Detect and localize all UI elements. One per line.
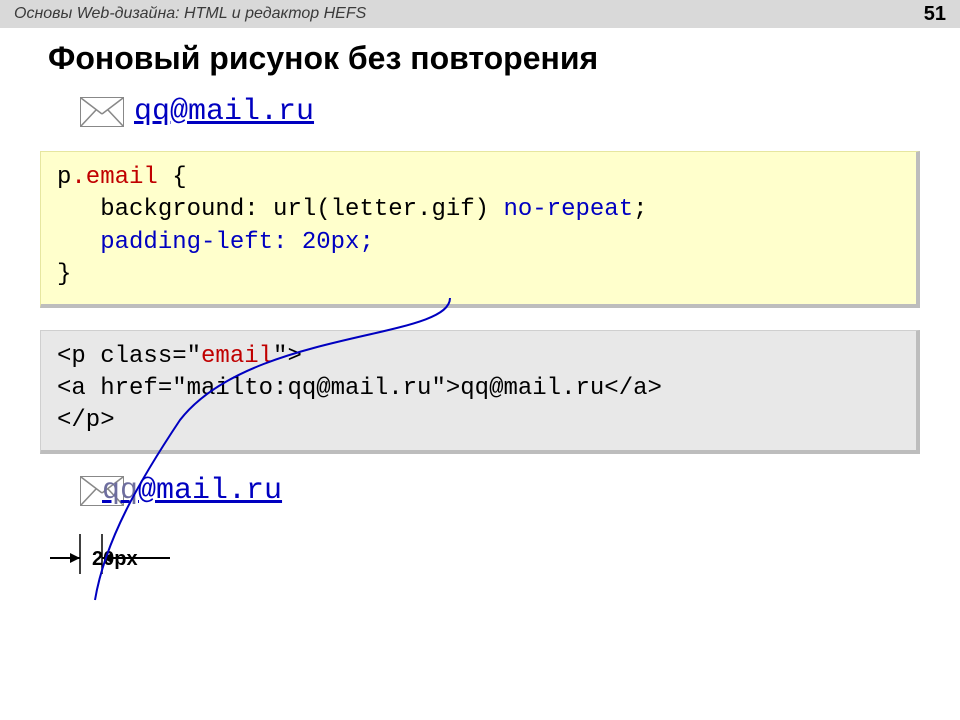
email-link-1[interactable]: qq@mail.ru xyxy=(134,95,314,129)
css-no-repeat: no-repeat xyxy=(503,196,633,223)
header-title: Основы Web-дизайна: HTML и редактор HEFS xyxy=(14,5,366,23)
example-2: qq@mail.ru 20px xyxy=(80,476,960,596)
html-open-p-c: "> xyxy=(273,343,302,370)
page-number: 51 xyxy=(924,3,946,26)
slide-title: Фоновый рисунок без повторения xyxy=(48,40,960,77)
html-class-value: email xyxy=(201,343,273,370)
html-close-p: </p> xyxy=(57,407,115,434)
measurement: 20px xyxy=(40,534,240,584)
css-code-box: p.email { background: url(letter.gif) no… xyxy=(40,151,920,308)
measurement-label: 20px xyxy=(92,548,138,571)
example-1: qq@mail.ru xyxy=(80,95,960,129)
css-bg-prop: background: url(letter.gif) xyxy=(57,196,503,223)
css-bg-semi: ; xyxy=(633,196,647,223)
css-brace-close: } xyxy=(57,261,71,288)
email-link-2[interactable]: qq@mail.ru xyxy=(102,474,282,508)
envelope-icon xyxy=(80,97,124,127)
css-brace-open: { xyxy=(158,164,187,191)
header-bar: Основы Web-дизайна: HTML и редактор HEFS… xyxy=(0,0,960,28)
html-code-box: <p class="email"> <a href="mailto:qq@mai… xyxy=(40,330,920,454)
css-padding-left: padding-left: 20px; xyxy=(57,229,374,256)
html-open-p-a: <p class=" xyxy=(57,343,201,370)
html-anchor: <a href="mailto:qq@mail.ru">qq@mail.ru</… xyxy=(57,375,662,402)
css-selector-class: .email xyxy=(71,164,157,191)
email-link-2-rest: @mail.ru xyxy=(138,474,282,508)
email-link-2-qq: qq xyxy=(102,474,138,508)
css-selector-tag: p xyxy=(57,164,71,191)
